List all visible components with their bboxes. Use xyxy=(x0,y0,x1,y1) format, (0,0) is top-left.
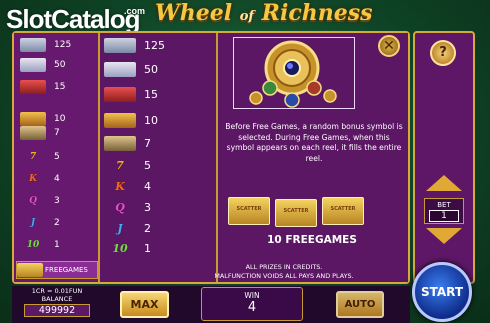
piggy-bank-icon xyxy=(104,62,136,77)
gold-bars-icon xyxy=(20,37,46,52)
title-word-richness: Richness xyxy=(261,0,373,26)
mid-row-queen: Q3 xyxy=(104,199,151,216)
queen-icon: Q xyxy=(115,201,125,214)
win-label: WIN xyxy=(244,291,260,300)
left-row-gold-bars: 125 xyxy=(20,36,71,53)
mid-row-piggy-bank: 50 xyxy=(104,61,158,78)
paytable-footer: ALL PRIZES IN CREDITS. MALFUNCTION VOIDS… xyxy=(160,263,408,280)
left-row-red-car: 15 xyxy=(20,78,65,95)
red-car-icon xyxy=(20,79,46,94)
mid-row-banknotes: 7 xyxy=(104,135,151,152)
freegames-description: Before Free Games, a random bonus symbol… xyxy=(225,122,403,163)
start-button[interactable]: START xyxy=(412,262,472,322)
queen-icon: Q xyxy=(29,195,37,206)
close-paytable-button[interactable]: ✕ xyxy=(378,35,400,57)
ten-icon: 10 xyxy=(112,242,128,255)
payout-value: 15 xyxy=(54,81,66,92)
coins-icon xyxy=(104,113,136,128)
footer-line-2: MALFUNCTION VOIDS ALL PAYS AND PLAYS. xyxy=(214,271,354,280)
balance-label: BALANCE xyxy=(41,295,73,303)
bet-decrease-arrow-icon[interactable] xyxy=(426,228,462,244)
payout-value: 1 xyxy=(54,239,60,250)
paytable-mid-column: 125 50 15 10 7 75 K4 Q3 J2 10 1 xyxy=(100,33,218,282)
payout-value: 2 xyxy=(144,222,151,235)
payout-value: 5 xyxy=(54,151,60,162)
scatter-ticket-icon: SCATTER xyxy=(275,199,317,227)
title-word-wheel: Wheel xyxy=(155,0,233,26)
payout-value: 7 xyxy=(144,137,151,150)
freegames-tab-label: FREEGAMES xyxy=(45,266,88,274)
payout-value: 4 xyxy=(54,173,60,184)
payout-value: 7 xyxy=(54,127,60,138)
mid-row-jack: J2 xyxy=(104,220,151,237)
seven-icon: 7 xyxy=(116,159,124,172)
scatter-ticket-icon: SCATTER xyxy=(322,197,364,225)
ten-icon: 10 xyxy=(26,239,40,250)
payout-value: 125 xyxy=(54,39,72,50)
jack-icon: J xyxy=(117,222,123,235)
payout-value: 10 xyxy=(144,114,158,127)
mid-row-gold-bars: 125 xyxy=(104,37,165,54)
game-screen: SlotCatalog .com Wheel of Richness 125 50… xyxy=(0,0,490,323)
payout-value: 15 xyxy=(144,88,158,101)
payout-value: 3 xyxy=(144,201,151,214)
jack-icon: J xyxy=(30,217,36,228)
game-title-logo: Wheel of Richness xyxy=(155,0,372,26)
left-row-freegames[interactable]: FREEGAMES xyxy=(16,261,98,279)
balance-display: 1CR = 0.01FUN BALANCE 499992 xyxy=(22,287,92,321)
payout-value: 3 xyxy=(54,195,60,206)
king-icon: K xyxy=(29,173,37,184)
bet-label: BET xyxy=(437,201,451,209)
left-row-seven: 75 xyxy=(20,148,60,165)
win-value: 4 xyxy=(247,300,257,315)
balance-value: 499992 xyxy=(24,304,90,317)
title-word-of: of xyxy=(239,9,254,24)
help-button[interactable]: ? xyxy=(430,40,456,66)
payout-value: 4 xyxy=(144,180,151,193)
left-row-jack: J2 xyxy=(20,214,60,231)
side-control-panel xyxy=(413,31,475,284)
red-car-icon xyxy=(104,87,136,102)
left-row-piggy-bank: 50 xyxy=(20,56,65,73)
bet-value: 1 xyxy=(429,210,459,222)
wheel-icon xyxy=(249,40,337,108)
piggy-bank-icon xyxy=(20,57,46,72)
mid-row-red-car: 15 xyxy=(104,86,158,103)
payout-value: 1 xyxy=(144,242,151,255)
banknotes-icon xyxy=(104,136,136,151)
mid-row-king: K4 xyxy=(104,178,151,195)
freegames-count: 10 FREEGAMES xyxy=(267,234,357,246)
bet-increase-arrow-icon[interactable] xyxy=(426,175,462,191)
payout-value: 50 xyxy=(54,59,66,70)
payout-value: 2 xyxy=(54,217,60,228)
autoplay-button[interactable]: AUTO xyxy=(336,291,384,318)
left-row-banknotes: 7 xyxy=(20,124,60,141)
mid-row-seven: 75 xyxy=(104,157,151,174)
left-row-ten: 10 1 xyxy=(20,236,60,253)
bet-display: BET 1 xyxy=(424,198,464,224)
payout-value: 125 xyxy=(144,39,165,52)
payout-value: 10 xyxy=(54,113,66,124)
left-row-queen: Q3 xyxy=(20,192,60,209)
gold-bars-icon xyxy=(104,38,136,53)
denomination-text: 1CR = 0.01FUN xyxy=(31,287,83,295)
scatter-ticket-icon: SCATTER xyxy=(228,197,270,225)
payout-value: 50 xyxy=(144,63,158,76)
banknotes-icon xyxy=(20,125,46,140)
mid-row-coins: 10 xyxy=(104,112,158,129)
paytable-left-column: 125 50 15 10 7 75 K4 Q3 J2 10 1 FREEGAMES xyxy=(14,33,100,282)
left-row-king: K4 xyxy=(20,170,60,187)
win-display: WIN 4 xyxy=(201,287,303,321)
max-bet-button[interactable]: MAX xyxy=(120,291,169,318)
footer-line-1: ALL PRIZES IN CREDITS. xyxy=(245,263,323,271)
mid-row-ten: 10 1 xyxy=(104,240,151,257)
scatter-ticket-icon xyxy=(17,263,43,277)
bonus-wheel-image xyxy=(233,37,355,109)
watermark-slot: Slot xyxy=(6,4,52,34)
watermark-com: .com xyxy=(124,6,146,16)
payout-value: 5 xyxy=(144,159,151,172)
seven-icon: 7 xyxy=(29,151,37,162)
king-icon: K xyxy=(115,180,125,193)
